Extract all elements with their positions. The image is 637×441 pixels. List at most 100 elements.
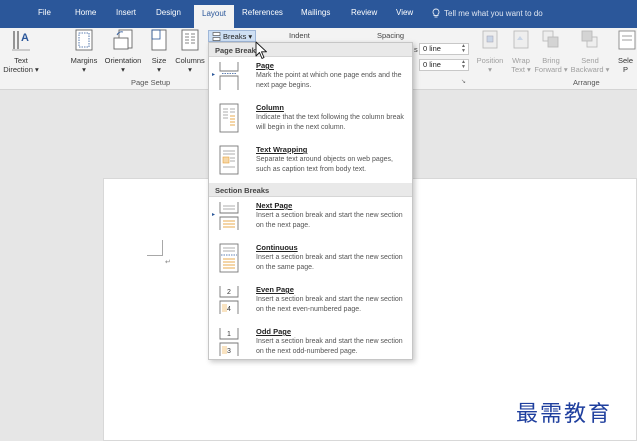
- spacing-before-field[interactable]: 0 line ▲ ▼: [419, 43, 469, 55]
- text-direction-icon: A: [12, 31, 30, 51]
- bring-forward-button[interactable]: Bring Forward ▾: [533, 28, 569, 74]
- paragraph-mark: ↵: [165, 259, 171, 266]
- paragraph-dialog-launcher-icon[interactable]: ↘: [461, 78, 466, 85]
- even-page-break-description: Insert a section break and start the new…: [256, 296, 403, 313]
- breaks-dropdown-menu: Page Breaks ▸ Page Mark the point at whi…: [208, 42, 413, 360]
- spacing-before-spinner-icon[interactable]: ▲ ▼: [461, 44, 466, 54]
- next-page-break-title: Next Page: [256, 201, 293, 210]
- send-backward-label-1: Send: [581, 56, 599, 65]
- menu-item-column-break[interactable]: Column Indicate that the text following …: [209, 99, 412, 141]
- text-direction-label-2: Direction ▾: [3, 65, 39, 74]
- position-button[interactable]: Position ▾: [474, 28, 506, 74]
- menu-item-text-wrapping-break[interactable]: Text Wrapping Separate text around objec…: [209, 141, 412, 183]
- even-page-icon-number-1: 2: [227, 289, 231, 296]
- columns-button[interactable]: Columns ▾: [173, 28, 207, 74]
- arrange-group-label: Arrange: [573, 78, 600, 87]
- odd-page-icon-number-2: 3: [227, 348, 231, 355]
- margin-crop-mark-horizontal: [147, 255, 163, 256]
- columns-label: Columns: [175, 56, 205, 65]
- bring-forward-label-2: Forward ▾: [534, 65, 568, 74]
- position-arrow: ▾: [488, 65, 492, 74]
- tab-file[interactable]: File: [38, 8, 51, 17]
- odd-page-break-icon: 1 3: [219, 328, 239, 356]
- odd-page-break-description: Insert a section break and start the new…: [256, 338, 403, 355]
- column-break-description: Indicate that the text following the col…: [256, 114, 404, 131]
- wrap-text-label-2: Text ▾: [511, 65, 531, 74]
- size-button[interactable]: Size ▾: [148, 28, 170, 74]
- selection-pane-icon: [618, 30, 635, 50]
- selected-bullet-icon: ▸: [212, 72, 216, 78]
- orientation-button[interactable]: Orientation ▾: [102, 28, 144, 74]
- tab-references[interactable]: References: [242, 8, 283, 17]
- wrap-text-icon: [513, 30, 529, 49]
- page-setup-group-label: Page Setup: [131, 78, 171, 87]
- selection-pane-label-2: P: [622, 65, 628, 74]
- wrap-text-label-1: Wrap: [512, 56, 530, 65]
- next-page-break-description: Insert a section break and start the new…: [256, 212, 403, 229]
- margins-button[interactable]: Margins ▾: [67, 28, 101, 74]
- odd-page-icon-number-1: 1: [227, 331, 231, 338]
- tab-layout[interactable]: Layout: [194, 5, 235, 28]
- breaks-arrow: ▾: [248, 31, 253, 41]
- send-backward-button[interactable]: Send Backward ▾: [569, 28, 611, 74]
- ribbon-tab-bar: File Home Insert Design Layout Reference…: [0, 0, 637, 28]
- orientation-icon: [113, 29, 133, 50]
- columns-arrow: ▾: [188, 65, 192, 74]
- margins-icon: [75, 29, 93, 51]
- spacing-after-value: 0 line: [423, 60, 441, 69]
- menu-item-odd-page-break[interactable]: 1 3 Odd Page Insert a section break and …: [209, 323, 412, 365]
- send-backward-label-2: Backward ▾: [570, 65, 610, 74]
- even-page-break-icon: 2 4: [219, 286, 239, 314]
- text-wrapping-break-icon: [219, 145, 239, 175]
- size-icon: [151, 29, 167, 51]
- wrap-text-button[interactable]: Wrap Text ▾: [507, 28, 535, 74]
- selected-bullet-icon: ▸: [212, 212, 216, 218]
- size-label: Size: [151, 56, 167, 65]
- spacing-after-field[interactable]: 0 line ▲ ▼: [419, 59, 469, 71]
- spacing-after-spinner-icon[interactable]: ▲ ▼: [461, 60, 466, 70]
- orientation-arrow: ▾: [121, 65, 125, 74]
- menu-item-next-page-break[interactable]: ▸ Next Page Insert a section break and s…: [209, 197, 412, 239]
- spacing-before-prefix: s: [414, 45, 418, 54]
- breaks-label: Breaks: [223, 31, 247, 41]
- page-breaks-header: Page Breaks: [209, 43, 412, 57]
- lightbulb-icon: [432, 8, 440, 18]
- tab-mailings[interactable]: Mailings: [301, 8, 330, 17]
- selection-pane-button[interactable]: Sele P: [614, 28, 637, 74]
- text-wrapping-break-description: Separate text around objects on web page…: [256, 156, 393, 173]
- bring-forward-icon: [542, 30, 559, 48]
- next-page-break-icon: [219, 202, 239, 230]
- watermark-logo-text: 最需教育: [516, 402, 613, 427]
- menu-item-even-page-break[interactable]: 2 4 Even Page Insert a section break and…: [209, 281, 412, 323]
- send-backward-icon: [581, 30, 598, 48]
- even-page-icon-number-2: 4: [227, 306, 231, 313]
- continuous-break-description: Insert a section break and start the new…: [256, 254, 403, 271]
- page-break-icon: [219, 62, 239, 90]
- column-break-icon: [219, 103, 239, 133]
- menu-item-page-break[interactable]: ▸ Page Mark the point at which one page …: [209, 57, 412, 99]
- tab-review[interactable]: Review: [351, 8, 377, 17]
- tab-insert[interactable]: Insert: [116, 8, 136, 17]
- bring-forward-label-1: Bring: [542, 56, 560, 65]
- text-direction-button[interactable]: A Text Direction ▾: [1, 28, 41, 74]
- indent-label: Indent: [289, 31, 310, 40]
- position-icon: [482, 30, 498, 49]
- mouse-pointer-icon: [255, 41, 267, 59]
- section-breaks-header: Section Breaks: [209, 183, 412, 197]
- tab-view[interactable]: View: [396, 8, 413, 17]
- spacing-before-value: 0 line: [423, 44, 441, 53]
- spacing-label: Spacing: [377, 31, 405, 40]
- breaks-button[interactable]: Breaks ▾: [208, 30, 257, 42]
- menu-item-continuous-break[interactable]: Continuous Insert a section break and st…: [209, 239, 412, 281]
- page-break-description: Mark the point at which one page ends an…: [256, 72, 402, 89]
- continuous-break-title: Continuous: [256, 243, 298, 252]
- continuous-break-icon: [219, 243, 239, 273]
- tell-me-box[interactable]: Tell me what you want to do: [432, 8, 543, 18]
- position-label: Position: [476, 56, 504, 65]
- even-page-break-title: Even Page: [256, 285, 294, 294]
- columns-icon: [181, 29, 199, 51]
- tab-home[interactable]: Home: [75, 8, 96, 17]
- margins-label: Margins: [70, 56, 98, 65]
- tab-design[interactable]: Design: [156, 8, 181, 17]
- orientation-label: Orientation: [104, 56, 142, 65]
